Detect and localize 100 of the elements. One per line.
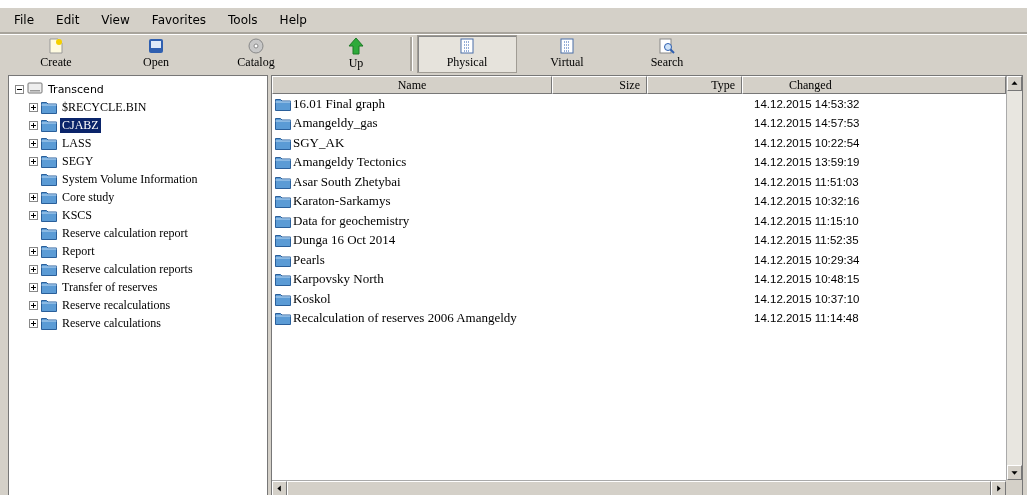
- expand-icon[interactable]: [29, 120, 38, 130]
- file-name[interactable]: SGY_AK: [293, 134, 345, 151]
- expand-icon[interactable]: [29, 318, 38, 328]
- folder-icon: [41, 118, 57, 132]
- file-name[interactable]: Dunga 16 Oct 2014: [293, 232, 396, 249]
- tree-item[interactable]: Core study: [60, 189, 117, 205]
- tree-item[interactable]: Reserve calculation report: [60, 225, 190, 241]
- expand-icon[interactable]: [29, 192, 38, 202]
- column-header[interactable]: Type: [647, 76, 742, 94]
- tree-item[interactable]: Reserve calculation reports: [60, 261, 195, 277]
- cd-icon: [248, 38, 264, 54]
- file-name[interactable]: 16.01 Final graph: [293, 95, 386, 112]
- drive-icon: [27, 82, 43, 96]
- expand-icon[interactable]: [29, 300, 38, 310]
- tree-item[interactable]: CJABZ: [60, 117, 101, 133]
- tree-item[interactable]: System Volume Information: [60, 171, 200, 187]
- new-document-icon: [49, 38, 63, 54]
- folder-icon: [41, 100, 57, 114]
- scroll-right-button[interactable]: [991, 481, 1006, 495]
- date-cell-text: 14.12.2015 10:48:15: [753, 273, 861, 286]
- folder-icon: [275, 311, 291, 326]
- scroll-down-button[interactable]: [1007, 465, 1022, 480]
- toolbar-button[interactable]: Physical: [417, 35, 517, 73]
- expand-icon[interactable]: [29, 156, 38, 166]
- date-cell-text: 14.12.2015 11:52:35: [753, 234, 860, 247]
- date-cell-text: 14.12.2015 10:22:54: [753, 136, 861, 149]
- expand-icon[interactable]: [29, 282, 38, 292]
- file-name[interactable]: Recalculation of reserves 2006 Amangeldy: [293, 310, 517, 327]
- tree-item[interactable]: Transfer of reserves: [60, 279, 160, 295]
- folder-icon: [41, 262, 57, 276]
- folder-icon: [275, 116, 291, 131]
- up-arrow-icon: [348, 37, 364, 55]
- folder-icon: [275, 96, 291, 111]
- expand-icon[interactable]: [29, 210, 38, 220]
- toolbar-button[interactable]: Search: [617, 35, 717, 73]
- date-cell-text: 14.12.2015 11:14:48: [753, 312, 860, 325]
- tree-item[interactable]: Reserve recalculations: [60, 297, 173, 313]
- folder-icon: [275, 135, 291, 150]
- list-view-icon: [460, 38, 474, 54]
- column-header[interactable]: Size: [552, 76, 647, 94]
- date-cell-text: 14.12.2015 10:29:34: [753, 253, 861, 266]
- folder-icon: [41, 226, 57, 240]
- file-name[interactable]: Data for geochemistry: [293, 212, 410, 229]
- file-name[interactable]: Pearls: [293, 251, 325, 268]
- tree-item[interactable]: Report: [60, 243, 97, 259]
- list-view-icon: [560, 38, 574, 54]
- file-name[interactable]: Asar South Zhetybai: [293, 173, 401, 190]
- folder-icon: [41, 172, 57, 186]
- toolbar-button[interactable]: Create: [6, 35, 106, 73]
- collapse-icon[interactable]: [15, 84, 24, 94]
- date-cell-text: 14.12.2015 10:37:10: [753, 292, 861, 305]
- file-name[interactable]: Karaton-Sarkamys: [293, 193, 391, 210]
- tree-item[interactable]: Reserve calculations: [60, 315, 163, 331]
- file-name[interactable]: Karpovsky North: [293, 271, 384, 288]
- column-header[interactable]: Changed: [742, 76, 1006, 94]
- date-cell-text: 14.12.2015 11:15:10: [753, 214, 860, 227]
- folder-icon: [41, 154, 57, 168]
- folder-icon: [275, 291, 291, 306]
- scroll-left-button[interactable]: [272, 481, 287, 495]
- folder-icon: [275, 194, 291, 209]
- toolbar-button[interactable]: Virtual: [517, 35, 617, 73]
- file-name[interactable]: Koskol: [293, 290, 331, 307]
- expand-icon[interactable]: [29, 102, 38, 112]
- folder-icon: [275, 213, 291, 228]
- menu-item[interactable]: Favorites: [143, 11, 215, 29]
- menu-item[interactable]: Help: [271, 11, 315, 29]
- search-icon: [659, 38, 675, 54]
- expand-icon[interactable]: [29, 246, 38, 256]
- scroll-up-button[interactable]: [1007, 76, 1022, 91]
- folder-icon: [275, 174, 291, 189]
- toolbar-button[interactable]: Open: [106, 35, 206, 73]
- menu-item[interactable]: File: [6, 11, 43, 29]
- toolbar-button[interactable]: Catalog: [206, 35, 306, 73]
- expand-icon[interactable]: [29, 264, 38, 274]
- file-name[interactable]: Amangeldy_gas: [293, 115, 378, 132]
- date-cell-text: 14.12.2015 14:53:32: [753, 97, 861, 110]
- vertical-scrollbar[interactable]: [1006, 76, 1022, 480]
- folder-icon: [41, 316, 57, 330]
- toolbar-button[interactable]: Up: [306, 35, 406, 73]
- folder-icon: [41, 298, 57, 312]
- folder-icon: [275, 272, 291, 287]
- column-header[interactable]: Name: [272, 76, 552, 94]
- date-cell-text: 14.12.2015 10:32:16: [753, 195, 861, 208]
- folder-icon: [41, 190, 57, 204]
- menu-item[interactable]: Edit: [48, 11, 88, 29]
- tree-item[interactable]: KSCS: [60, 207, 95, 223]
- tree-item[interactable]: LASS: [60, 135, 94, 151]
- folder-icon: [41, 208, 57, 222]
- date-cell-text: 14.12.2015 14:57:53: [753, 117, 861, 130]
- file-name[interactable]: Amangeldy Tectonics: [293, 154, 407, 171]
- tree-item[interactable]: Transcend: [46, 82, 106, 96]
- folder-icon: [275, 252, 291, 267]
- tree-item[interactable]: $RECYCLE.BIN: [60, 99, 149, 115]
- expand-icon[interactable]: [29, 138, 38, 148]
- folder-icon: [275, 155, 291, 170]
- date-cell-text: 14.12.2015 13:59:19: [753, 156, 861, 169]
- tree-item[interactable]: SEGY: [60, 153, 96, 169]
- folder-icon: [41, 280, 57, 294]
- menu-item[interactable]: Tools: [220, 11, 266, 29]
- menu-item[interactable]: View: [93, 11, 138, 29]
